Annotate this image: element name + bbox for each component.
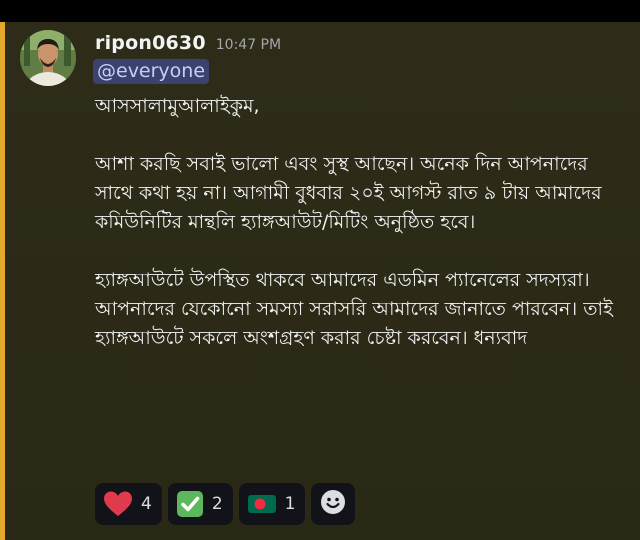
username[interactable]: ripon0630: [95, 32, 206, 54]
message-container[interactable]: ripon0630 10:47 PM @everyone আসসালামুআলা…: [0, 22, 640, 540]
timestamp[interactable]: 10:47 PM: [216, 37, 281, 53]
avatar[interactable]: [20, 30, 76, 86]
reaction-count: 4: [141, 494, 152, 514]
reaction-count: 2: [211, 494, 223, 514]
everyone-mention[interactable]: @everyone: [93, 59, 210, 84]
check-mark-icon: [176, 490, 204, 518]
reaction-check[interactable]: 2: [167, 483, 233, 525]
message-header: ripon0630 10:47 PM: [95, 32, 281, 56]
heart-icon: [103, 490, 133, 518]
add-reaction-button[interactable]: [311, 483, 356, 525]
greeting-text: আসসালামুআলাইকুম,: [95, 95, 260, 117]
smiley-icon: [320, 489, 346, 519]
announcement-paragraph: আশা করছি সবাই ভালো এবং সুস্থ আছেন। অনেক …: [95, 153, 602, 233]
reaction-heart[interactable]: 4: [95, 483, 162, 525]
message-body: আসসালামুআলাইকুম, আশা করছি সবাই ভালো এবং …: [95, 92, 625, 353]
mention-highlight-bar: [0, 22, 5, 540]
reaction-count: 1: [284, 494, 296, 514]
bangladesh-flag-icon: [247, 493, 277, 515]
reactions-bar: 4 2 1: [95, 483, 356, 525]
hangout-paragraph: হ্যাঙ্গআউটে উপস্থিত থাকবে আমাদের এডমিন প…: [95, 269, 613, 349]
reaction-bangladesh-flag[interactable]: 1: [238, 483, 306, 525]
